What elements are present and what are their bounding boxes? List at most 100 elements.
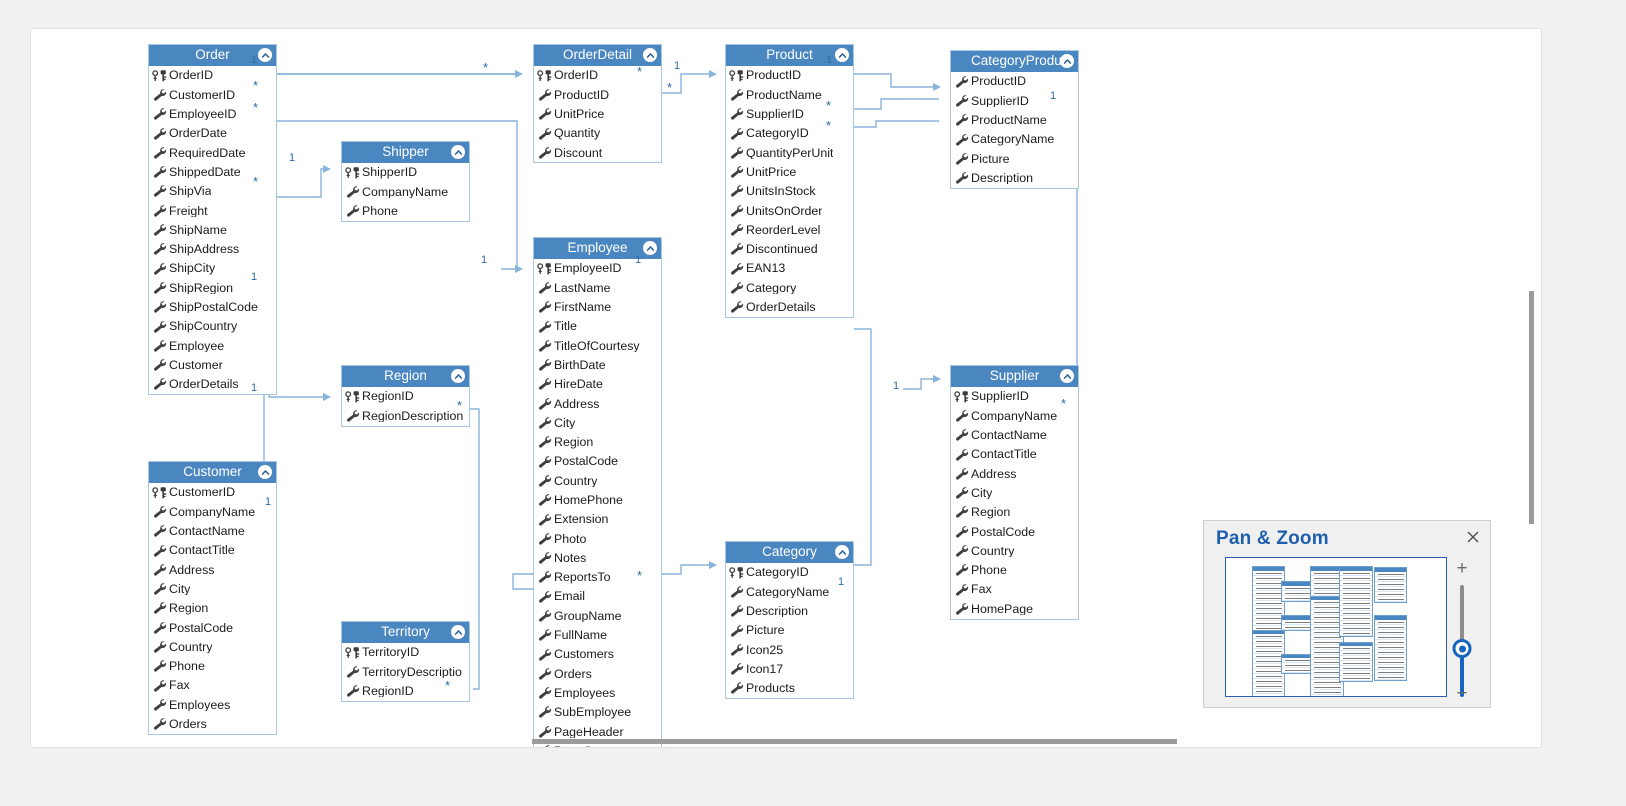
entity-field-row[interactable]: FirstName (534, 298, 661, 317)
entity-field-row[interactable]: Employees (149, 695, 276, 714)
collapse-toggle-region[interactable] (451, 369, 465, 383)
entity-field-row[interactable]: Employees (534, 684, 661, 703)
entity-field-row[interactable]: QuantityPerUnit (726, 143, 853, 162)
entity-field-row[interactable]: Phone (342, 202, 469, 221)
entity-field-row[interactable]: Extension (534, 510, 661, 529)
entity-field-row[interactable]: EmployeeID (534, 259, 661, 278)
collapse-toggle-product[interactable] (835, 48, 849, 62)
chevron-up-icon[interactable] (645, 50, 656, 61)
entity-field-row[interactable]: ProductName (726, 85, 853, 104)
entity-table-category[interactable]: Category CategoryID CategoryName Descriptio… (725, 541, 854, 700)
entity-header-customer[interactable]: Customer (149, 462, 276, 483)
entity-field-row[interactable]: ContactTitle (951, 445, 1078, 464)
entity-field-row[interactable]: ShipPostalCode (149, 298, 276, 317)
entity-header-category[interactable]: Category (726, 542, 853, 563)
entity-field-row[interactable]: CompanyName (149, 502, 276, 521)
entity-table-shipper[interactable]: Shipper ShipperID CompanyName Phone (341, 141, 470, 222)
entity-field-row[interactable]: ShipName (149, 220, 276, 239)
entity-field-row[interactable]: Country (149, 637, 276, 656)
entity-field-row[interactable]: ProductID (951, 72, 1078, 91)
zoom-slider-track-upper[interactable] (1460, 585, 1464, 645)
entity-field-row[interactable]: LastName (534, 278, 661, 297)
entity-header-supplier[interactable]: Supplier (951, 366, 1078, 387)
entity-field-row[interactable]: CustomerID (149, 483, 276, 502)
collapse-toggle-categoryproduct[interactable] (1060, 54, 1074, 68)
entity-field-row[interactable]: Address (149, 560, 276, 579)
entity-field-row[interactable]: Category (726, 278, 853, 297)
entity-field-row[interactable]: ProductName (951, 111, 1078, 130)
zoom-slider-control[interactable]: + − (1444, 559, 1480, 703)
entity-field-row[interactable]: Freight (149, 201, 276, 220)
entity-field-row[interactable]: Picture (951, 149, 1078, 168)
entity-field-row[interactable]: HomePage (951, 599, 1078, 618)
entity-field-row[interactable]: OrderDetails (726, 298, 853, 317)
collapse-toggle-customer[interactable] (258, 465, 272, 479)
entity-field-row[interactable]: Country (951, 541, 1078, 560)
chevron-up-icon[interactable] (260, 50, 271, 61)
entity-field-row[interactable]: City (149, 579, 276, 598)
collapse-toggle-order[interactable] (258, 48, 272, 62)
entity-field-row[interactable]: Region (149, 599, 276, 618)
entity-field-row[interactable]: Discount (534, 143, 661, 162)
chevron-up-icon[interactable] (453, 371, 464, 382)
entity-field-row[interactable]: Customer (149, 355, 276, 374)
entity-header-shipper[interactable]: Shipper (342, 142, 469, 163)
entity-field-row[interactable]: Description (951, 168, 1078, 187)
entity-field-row[interactable]: Orders (149, 715, 276, 734)
entity-field-row[interactable]: EAN13 (726, 259, 853, 278)
collapse-toggle-shipper[interactable] (451, 145, 465, 159)
entity-field-row[interactable]: Orders (534, 664, 661, 683)
entity-table-orderdetail[interactable]: OrderDetail OrderID ProductID UnitPrice Quan… (533, 44, 662, 164)
chevron-up-icon[interactable] (837, 50, 848, 61)
entity-table-order[interactable]: Order OrderID CustomerID EmployeeID OrderDat… (148, 44, 277, 396)
chevron-up-icon[interactable] (1062, 56, 1073, 67)
chevron-up-icon[interactable] (645, 243, 656, 254)
pan-and-zoom-panel[interactable]: Pan & Zoom + − (1203, 520, 1491, 708)
entity-field-row[interactable]: ReorderLevel (726, 220, 853, 239)
entity-field-row[interactable]: ShipperID (342, 163, 469, 182)
entity-field-row[interactable]: Phone (149, 657, 276, 676)
entity-field-row[interactable]: City (951, 483, 1078, 502)
chevron-up-icon[interactable] (837, 547, 848, 558)
collapse-toggle-supplier[interactable] (1060, 369, 1074, 383)
entity-field-row[interactable]: SupplierID (726, 105, 853, 124)
chevron-up-icon[interactable] (1062, 371, 1073, 382)
collapse-toggle-territory[interactable] (451, 625, 465, 639)
horizontal-scrollbar[interactable] (532, 739, 1177, 744)
entity-field-row[interactable]: Region (534, 433, 661, 452)
entity-header-region[interactable]: Region (342, 366, 469, 387)
vertical-scrollbar[interactable] (1529, 291, 1534, 524)
entity-field-row[interactable]: RequiredDate (149, 143, 276, 162)
entity-field-row[interactable]: Quantity (534, 124, 661, 143)
entity-header-product[interactable]: Product (726, 45, 853, 66)
entity-field-row[interactable]: RegionID (342, 387, 469, 406)
entity-table-employee[interactable]: Employee EmployeeID LastName FirstName Title… (533, 237, 662, 747)
entity-field-row[interactable]: Icon25 (726, 640, 853, 659)
entity-header-orderdetail[interactable]: OrderDetail (534, 45, 661, 66)
entity-table-territory[interactable]: Territory TerritoryID TerritoryDescriptio R… (341, 621, 470, 702)
entity-header-categoryproduct[interactable]: CategoryProduct (951, 51, 1078, 72)
collapse-toggle-category[interactable] (835, 545, 849, 559)
entity-header-employee[interactable]: Employee (534, 238, 661, 259)
entity-field-row[interactable]: UnitPrice (534, 105, 661, 124)
entity-table-supplier[interactable]: Supplier SupplierID CompanyName ContactName… (950, 365, 1079, 620)
chevron-up-icon[interactable] (453, 627, 464, 638)
entity-field-row[interactable]: Products (726, 679, 853, 698)
chevron-up-icon[interactable] (453, 147, 464, 158)
close-icon[interactable] (1465, 529, 1481, 545)
entity-field-row[interactable]: CategoryName (726, 582, 853, 601)
entity-field-row[interactable]: ContactName (149, 522, 276, 541)
entity-field-row[interactable]: Discontinued (726, 240, 853, 259)
entity-field-row[interactable]: TitleOfCourtesy (534, 336, 661, 355)
entity-field-row[interactable]: Address (534, 394, 661, 413)
entity-field-row[interactable]: Description (726, 602, 853, 621)
entity-field-row[interactable]: Notes (534, 548, 661, 567)
zoom-out-button[interactable]: − (1456, 684, 1467, 703)
entity-field-row[interactable]: Photo (534, 529, 661, 548)
entity-table-product[interactable]: Product ProductID ProductName SupplierID Cat… (725, 44, 854, 318)
entity-field-row[interactable]: ContactName (951, 426, 1078, 445)
entity-field-row[interactable]: PostalCode (149, 618, 276, 637)
entity-field-row[interactable]: Fax (951, 580, 1078, 599)
zoom-in-button[interactable]: + (1456, 559, 1467, 578)
entity-field-row[interactable]: Icon17 (726, 659, 853, 678)
